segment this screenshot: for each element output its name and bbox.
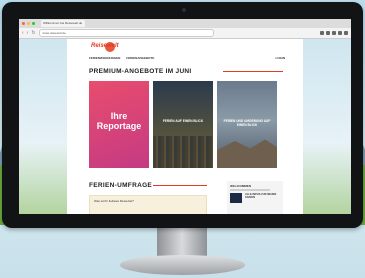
offer-card-subtitle: FERIEN UND UMGEBUNG AUF EINEN BLICK — [223, 119, 271, 128]
section-headline: PREMIUM-ANGEBOTE IM JUNI — [89, 68, 192, 75]
extension-icon[interactable] — [320, 31, 324, 35]
site-logo[interactable]: Reisewelt — [91, 42, 119, 52]
scene: Willkommen bei Reisewelt.de ‹ › ↻ www.re… — [0, 0, 365, 278]
survey-box[interactable]: Was ist Ihr liebstes Reiseziel? — [89, 195, 207, 214]
offer-card-subtitle: FERIEN AUF EINEN BLICK — [162, 119, 204, 123]
extension-icon[interactable] — [332, 31, 336, 35]
page-background-left — [19, 39, 67, 214]
monitor-base — [120, 255, 245, 275]
offer-card[interactable]: FERIEN AUF EINEN BLICK — [153, 81, 213, 168]
widget-title: WILLKOMMEN — [230, 184, 251, 188]
login-link[interactable]: LOGIN — [276, 56, 286, 60]
browser-tab[interactable]: Willkommen bei Reisewelt.de — [41, 20, 85, 27]
widget-thumbnail — [230, 193, 242, 203]
survey-divider — [153, 185, 207, 186]
browser-tabbar: Willkommen bei Reisewelt.de — [19, 19, 351, 28]
offer-card[interactable]: FERIEN UND UMGEBUNG AUF EINEN BLICK — [217, 81, 277, 168]
monitor-stand — [157, 226, 207, 258]
widget-divider — [230, 189, 270, 191]
back-icon[interactable]: ‹ — [22, 30, 24, 36]
extension-icon[interactable] — [338, 31, 342, 35]
headline-divider — [223, 71, 283, 72]
landscape-image — [217, 139, 277, 168]
web-page: Reisewelt FERIENWOHNUNGEN FERIENANGEBOTE… — [19, 39, 351, 214]
address-bar[interactable]: www.reisewelt.de — [38, 29, 214, 37]
widget-text: ALLE INFOS ZUR NEUEN SAISON — [245, 193, 277, 200]
webcam-icon — [182, 8, 186, 12]
offer-card-title: Ihre Reportage — [96, 111, 142, 131]
page-background-right — [303, 39, 351, 214]
menu-icon[interactable] — [344, 31, 348, 35]
logo-text: Reisewelt — [91, 43, 119, 49]
page-content: Reisewelt FERIENWOHNUNGEN FERIENANGEBOTE… — [79, 39, 291, 214]
minimize-window-icon[interactable] — [27, 22, 30, 25]
monitor: Willkommen bei Reisewelt.de ‹ › ↻ www.re… — [2, 2, 363, 228]
survey-heading: FERIEN-UMFRAGE — [89, 182, 153, 189]
survey-question: Was ist Ihr liebstes Reiseziel? — [94, 199, 134, 203]
close-window-icon[interactable] — [22, 22, 25, 25]
reload-icon[interactable]: ↻ — [31, 30, 35, 36]
browser-toolbar: ‹ › ↻ www.reisewelt.de — [19, 28, 351, 39]
sidebar-widget[interactable]: WILLKOMMEN ALLE INFOS ZUR NEUEN SAISON — [227, 181, 283, 214]
city-image — [153, 136, 213, 168]
forward-icon[interactable]: › — [27, 30, 29, 36]
toolbar-extensions — [320, 31, 348, 35]
nav-item-ferienangebote[interactable]: FERIENANGEBOTE — [126, 56, 154, 60]
offer-card[interactable]: Ihre Reportage — [89, 81, 149, 168]
maximize-window-icon[interactable] — [32, 22, 35, 25]
screen: Willkommen bei Reisewelt.de ‹ › ↻ www.re… — [19, 19, 351, 214]
extension-icon[interactable] — [326, 31, 330, 35]
nav-item-ferienwohnungen[interactable]: FERIENWOHNUNGEN — [89, 56, 120, 60]
main-nav: FERIENWOHNUNGEN FERIENANGEBOTE — [89, 56, 154, 60]
